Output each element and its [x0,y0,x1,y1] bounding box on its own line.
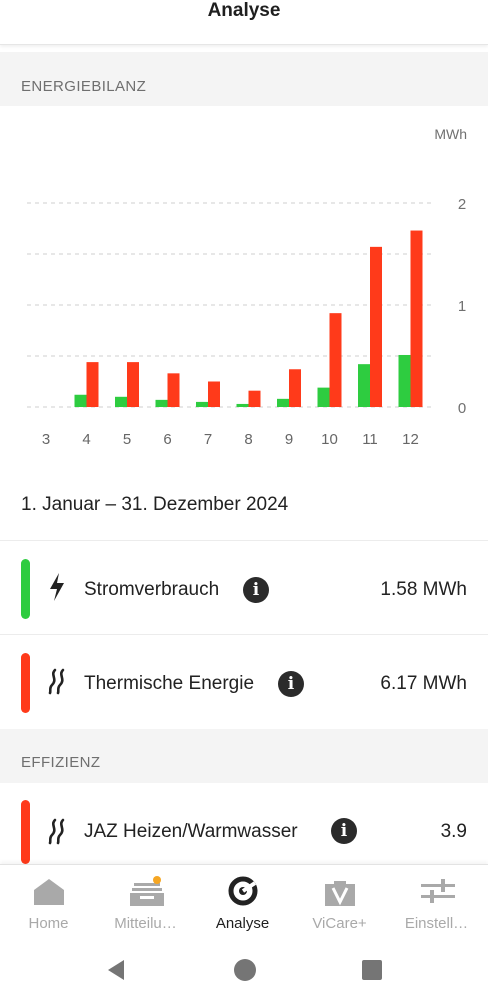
settings-sliders-icon [421,879,455,903]
x-tick-label: 8 [244,431,252,448]
bar-thermische-energie [86,362,99,407]
info-icon[interactable]: i [331,818,357,844]
bar-stromverbrauch [155,399,168,407]
info-icon[interactable]: i [243,577,269,603]
date-range[interactable]: 1. Januar – 31. Dezember 2024 [21,494,288,516]
messages-icon [130,876,164,906]
app-header: Analyse [0,0,488,45]
bar-stromverbrauch [196,401,208,407]
recents-icon[interactable] [361,959,383,981]
thermische-energie-value: 6.17 MWh [380,673,467,694]
bar-thermische-energie [370,246,382,407]
x-tick-label: 4 [82,431,90,448]
y-tick-label: 1 [458,298,466,315]
nav-item-mitteilungen[interactable]: Mitteilu… [97,865,194,945]
x-tick-label: 12 [402,431,419,448]
jaz-color-stripe [21,800,30,864]
nav-label: ViCare+ [312,915,367,932]
nav-label: Mitteilu… [114,915,177,932]
nav-label: Analyse [215,915,270,932]
nav-item-home[interactable]: Home [0,865,97,945]
x-tick-label: 6 [163,431,171,448]
x-tick-label: 11 [362,431,378,448]
bar-thermische-energie [329,313,342,407]
stromverbrauch-value: 1.58 MWh [380,579,467,600]
row-jaz[interactable]: JAZ Heizen/Warmwasser i 3.9 [0,783,488,864]
nav-item-vicare-plus[interactable]: ViCare+ [291,865,388,945]
nav-item-analyse[interactable]: Analyse [194,865,291,945]
home-icon [34,879,64,905]
notification-badge [153,876,161,884]
page-title: Analyse [207,0,281,21]
section-title: ENERGIEBILANZ [21,78,147,95]
bar-stromverbrauch [115,396,127,407]
info-icon[interactable]: i [278,671,304,697]
row-thermische-energie[interactable]: Thermische Energie i 6.17 MWh [0,634,488,729]
thermische-energie-color-stripe [21,653,30,713]
energy-chart[interactable]: MWh 0 1 2 3 4 5 6 7 8 9 10 11 12 [0,106,488,462]
heat-waves-icon [48,668,65,695]
analysis-icon [228,876,258,906]
energy-bar-chart: MWh0123 4 5 6 7 8 9 10 11 12 [27,126,467,448]
bar-thermische-energie [289,369,301,407]
x-tick-label: 7 [204,431,212,448]
bar-stromverbrauch [398,354,411,407]
home-circle-icon[interactable] [232,957,258,983]
x-tick-label: 3 [42,431,50,448]
x-tick-label: 10 [321,431,338,448]
x-tick-label: 5 [123,431,131,448]
back-icon[interactable] [104,958,128,982]
bar-thermische-energie [127,362,139,407]
lightning-icon [50,573,64,601]
system-navigation-bar [0,944,488,1000]
vicare-icon [325,881,355,906]
section-header-effizienz: EFFIZIENZ [0,729,488,785]
unit-label: MWh [434,126,467,142]
stromverbrauch-color-stripe [21,559,30,619]
bar-stromverbrauch [236,403,249,407]
y-tick-label: 0 [458,400,466,417]
bar-thermische-energie [248,390,261,407]
bar-thermische-energie [167,373,180,407]
bar-stromverbrauch [74,394,87,407]
jaz-label: JAZ Heizen/Warmwasser [84,821,298,842]
nav-label: Einstell… [404,915,469,932]
bar-stromverbrauch [277,398,289,407]
section-title: EFFIZIENZ [21,754,101,771]
bottom-navigation: Home Mitteilu… Analyse ViCare+ Einstell… [0,864,488,945]
bar-stromverbrauch [358,364,370,407]
heat-waves-icon [48,818,65,845]
nav-item-einstellungen[interactable]: Einstell… [388,865,485,945]
thermische-energie-label: Thermische Energie [84,673,255,694]
section-header-energiebilanz: ENERGIEBILANZ [0,52,488,106]
x-tick-label: 9 [285,431,293,448]
row-stromverbrauch[interactable]: Stromverbrauch i 1.58 MWh [0,540,488,635]
stromverbrauch-label: Stromverbrauch [84,579,220,600]
bar-stromverbrauch [317,387,330,407]
y-tick-label: 2 [458,196,466,213]
bar-thermische-energie [410,230,423,407]
bar-thermische-energie [208,381,220,407]
jaz-value: 3.9 [440,821,467,842]
nav-label: Home [28,915,69,932]
